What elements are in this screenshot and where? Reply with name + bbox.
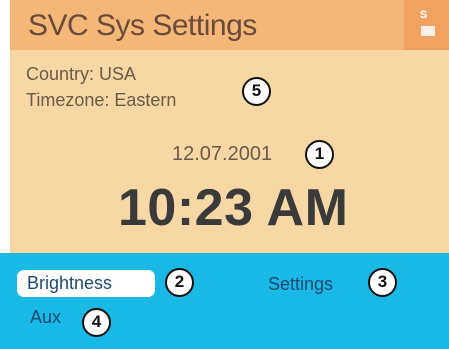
callout-1: 1	[305, 140, 334, 169]
signal-indicator	[404, 0, 449, 50]
signal-label: S	[420, 9, 428, 21]
device-screen: SVC Sys Settings S Country: USA Timezone…	[0, 0, 449, 349]
settings-softkey[interactable]: Settings	[268, 274, 333, 295]
time-display: 10:23 AM	[118, 179, 349, 237]
brightness-softkey[interactable]: Brightness	[17, 270, 155, 297]
aux-softkey[interactable]: Aux	[30, 307, 61, 328]
page-title: SVC Sys Settings	[28, 9, 257, 42]
callout-2: 2	[165, 268, 194, 297]
country-label: Country: USA	[26, 64, 137, 84]
date-display: 12.07.2001	[172, 143, 273, 165]
signal-strength-icon	[421, 26, 435, 36]
timezone-label: Timezone: Eastern	[26, 90, 177, 110]
callout-3: 3	[368, 268, 397, 297]
callout-5: 5	[242, 77, 271, 106]
callout-4: 4	[82, 308, 111, 337]
